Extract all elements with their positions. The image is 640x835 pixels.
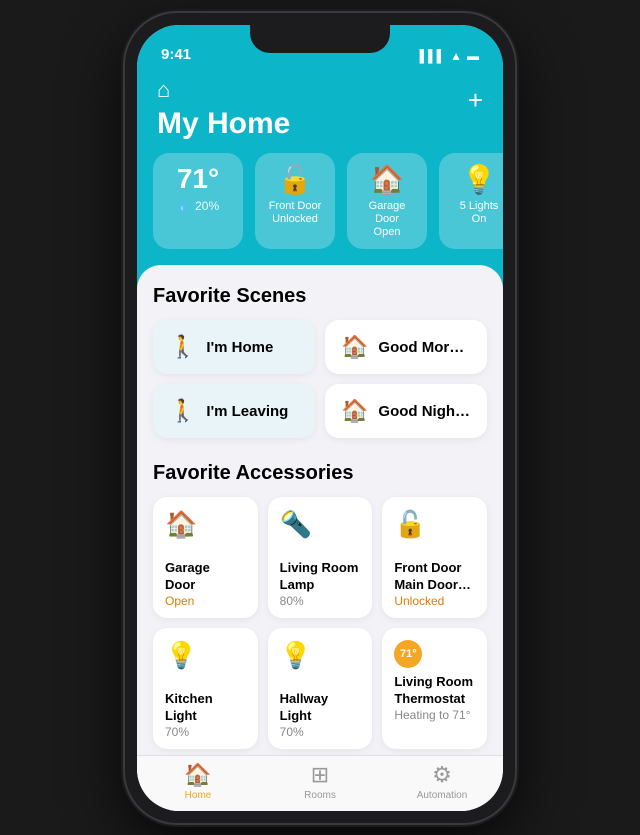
garage-door-acc-name: GarageDoor bbox=[165, 560, 246, 594]
tab-automation-label: Automation bbox=[417, 790, 468, 801]
battery-icon: ▬ bbox=[467, 49, 479, 63]
thermostat-name: Living RoomThermostat bbox=[394, 674, 475, 708]
im-leaving-icon: 🚶 bbox=[169, 398, 196, 424]
garage-door-icon: 🏠 bbox=[370, 163, 405, 196]
front-door-acc-icon: 🔓 bbox=[394, 509, 475, 540]
status-time: 9:41 bbox=[161, 46, 191, 63]
tab-home-label: Home bbox=[185, 790, 212, 801]
home-nav-icon: ⌂ bbox=[157, 77, 290, 103]
tab-home-icon: 🏠 bbox=[184, 762, 211, 788]
living-lamp-icon: 🔦 bbox=[280, 509, 361, 540]
accessory-front-door[interactable]: 🔓 Front DoorMain Door… Unlocked bbox=[382, 497, 487, 618]
lights-label: 5 LightsOn bbox=[460, 200, 499, 226]
notch bbox=[250, 25, 390, 53]
front-door-acc-name: Front DoorMain Door… bbox=[394, 560, 475, 594]
thermostat-status: Heating to 71° bbox=[394, 708, 475, 722]
tab-home[interactable]: 🏠 Home bbox=[163, 762, 233, 801]
front-door-acc-status: Unlocked bbox=[394, 594, 475, 608]
scene-good-morning[interactable]: 🏠 Good Mor… bbox=[325, 320, 487, 374]
wifi-icon: ▲ bbox=[450, 49, 462, 63]
scene-good-night[interactable]: 🏠 Good Nigh… bbox=[325, 384, 487, 438]
good-morning-label: Good Mor… bbox=[378, 339, 464, 356]
kitchen-light-status: 70% bbox=[165, 725, 246, 739]
signal-icon: ▌▌▌ bbox=[420, 49, 446, 63]
good-night-label: Good Nigh… bbox=[378, 403, 470, 420]
humidity-display: 💧 20% bbox=[177, 199, 219, 213]
living-lamp-status: 80% bbox=[280, 594, 361, 608]
tab-bar: 🏠 Home ⊞ Rooms ⚙ Automation bbox=[137, 755, 503, 811]
scene-im-home[interactable]: 🚶 I'm Home bbox=[153, 320, 315, 374]
accessory-living-lamp[interactable]: 🔦 Living RoomLamp 80% bbox=[268, 497, 373, 618]
accessory-hallway-light[interactable]: 💡 HallwayLight 70% bbox=[268, 628, 373, 749]
temperature-display: 71° bbox=[177, 163, 219, 195]
im-home-icon: 🚶 bbox=[169, 334, 196, 360]
garage-door-tile[interactable]: 🏠 Garage DoorOpen bbox=[347, 153, 427, 250]
im-leaving-label: I'm Leaving bbox=[206, 403, 288, 420]
accessory-thermostat[interactable]: 71° Living RoomThermostat Heating to 71° bbox=[382, 628, 487, 749]
hallway-light-icon: 💡 bbox=[280, 640, 361, 671]
scenes-grid: 🚶 I'm Home 🏠 Good Mor… 🚶 I'm Leaving 🏠 G… bbox=[153, 320, 487, 438]
phone-screen: 9:41 ▌▌▌ ▲ ▬ ⌂ My Home + 71° 💧 20% bbox=[137, 25, 503, 811]
accessories-section-title: Favorite Accessories bbox=[153, 462, 487, 485]
accessories-grid: 🏠 GarageDoor Open 🔦 Living RoomLamp 80% … bbox=[153, 497, 487, 754]
tab-rooms-icon: ⊞ bbox=[311, 762, 329, 788]
page-title: My Home bbox=[157, 107, 290, 141]
front-door-label: Front DoorUnlocked bbox=[269, 200, 322, 226]
weather-tile[interactable]: 71° 💧 20% bbox=[153, 153, 243, 250]
tab-rooms-label: Rooms bbox=[304, 790, 336, 801]
quick-access-row: 71° 💧 20% 🔓 Front DoorUnlocked 🏠 Garage … bbox=[137, 153, 503, 266]
im-home-label: I'm Home bbox=[206, 339, 273, 356]
living-lamp-name: Living RoomLamp bbox=[280, 560, 361, 594]
add-button[interactable]: + bbox=[468, 85, 483, 116]
good-night-icon: 🏠 bbox=[341, 398, 368, 424]
good-morning-icon: 🏠 bbox=[341, 334, 368, 360]
accessory-garage-door[interactable]: 🏠 GarageDoor Open bbox=[153, 497, 258, 618]
scenes-section-title: Favorite Scenes bbox=[153, 285, 487, 308]
garage-door-label: Garage DoorOpen bbox=[359, 200, 415, 240]
garage-door-acc-icon: 🏠 bbox=[165, 509, 246, 540]
temp-badge: 71° bbox=[394, 640, 422, 668]
scene-im-leaving[interactable]: 🚶 I'm Leaving bbox=[153, 384, 315, 438]
tab-automation-icon: ⚙ bbox=[432, 762, 452, 788]
header-left: ⌂ My Home bbox=[157, 77, 290, 141]
status-icons: ▌▌▌ ▲ ▬ bbox=[420, 49, 479, 63]
phone-frame: 9:41 ▌▌▌ ▲ ▬ ⌂ My Home + 71° 💧 20% bbox=[125, 13, 515, 823]
garage-door-acc-status: Open bbox=[165, 594, 246, 608]
tab-rooms[interactable]: ⊞ Rooms bbox=[285, 762, 355, 801]
kitchen-light-icon: 💡 bbox=[165, 640, 246, 671]
main-content: ⌂ My Home + 71° 💧 20% 🔓 Front DoorUnlock… bbox=[137, 69, 503, 755]
card-area: Favorite Scenes 🚶 I'm Home 🏠 Good Mor… 🚶… bbox=[137, 265, 503, 754]
lights-icon: 💡 bbox=[462, 163, 497, 196]
front-door-icon: 🔓 bbox=[278, 163, 313, 196]
hallway-light-status: 70% bbox=[280, 725, 361, 739]
app-header: ⌂ My Home + bbox=[137, 69, 503, 153]
front-door-tile[interactable]: 🔓 Front DoorUnlocked bbox=[255, 153, 335, 250]
kitchen-light-name: KitchenLight bbox=[165, 691, 246, 725]
lights-tile[interactable]: 💡 5 LightsOn bbox=[439, 153, 503, 250]
tab-automation[interactable]: ⚙ Automation bbox=[407, 762, 477, 801]
accessory-kitchen-light[interactable]: 💡 KitchenLight 70% bbox=[153, 628, 258, 749]
hallway-light-name: HallwayLight bbox=[280, 691, 361, 725]
